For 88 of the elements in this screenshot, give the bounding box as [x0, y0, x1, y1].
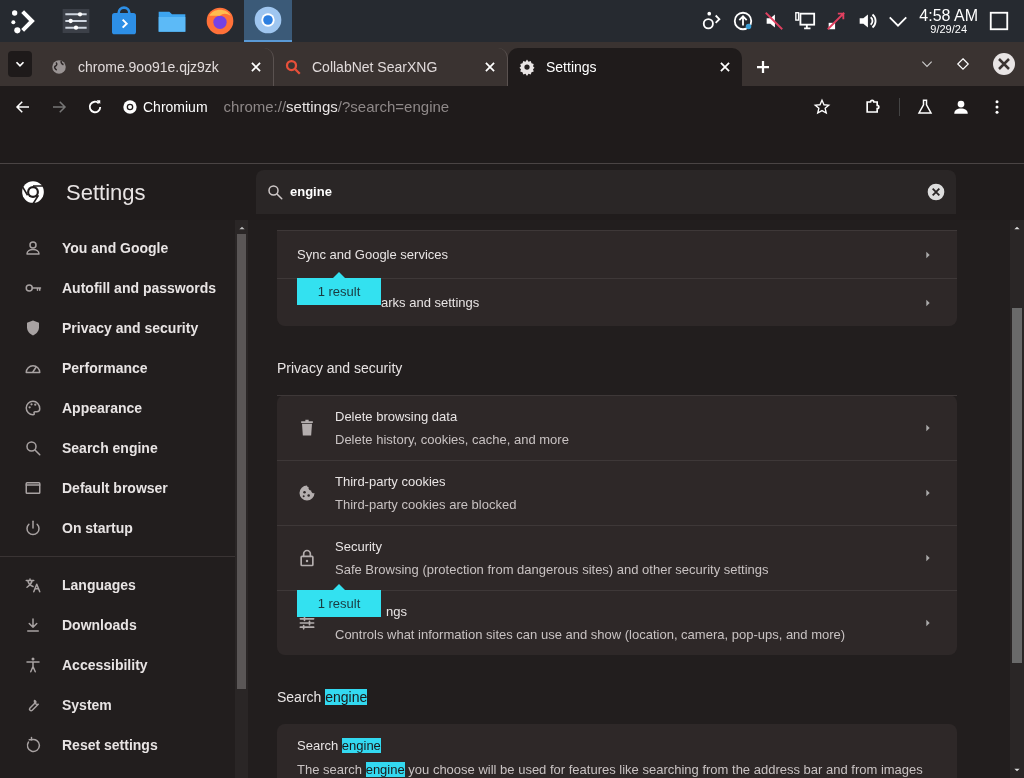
search-input[interactable]: engine [290, 182, 920, 202]
sidebar-item[interactable]: Performance [0, 348, 235, 388]
site-label[interactable]: Chromium [143, 96, 208, 118]
row-title: Security [335, 537, 382, 556]
power-icon [24, 519, 42, 537]
plain-text: you choose will be used for features like searching from the address bar and from images [407, 761, 923, 777]
tab-title: Settings [546, 57, 598, 77]
clock-date[interactable]: 9/29/24 [930, 23, 967, 35]
sidebar-item[interactable]: Default browser [0, 468, 235, 508]
settings-row[interactable]: Delete browsing data Delete history, cookies, cache, and more [277, 395, 957, 460]
row-title: Third-party cookies [335, 472, 446, 491]
tab-list-button[interactable] [8, 51, 32, 77]
sidebar-item[interactable]: Accessibility [0, 645, 235, 685]
page-title: Settings [66, 178, 147, 207]
sidebar-item[interactable]: Privacy and security [0, 308, 235, 348]
search-match-highlight: engine [365, 761, 405, 777]
speaker-muted-icon[interactable] [762, 10, 785, 32]
diamond-icon[interactable] [956, 57, 970, 71]
settings-row[interactable]: Security Safe Browsing (protection from dangerous sites) and other security settings [277, 525, 957, 590]
search-icon [24, 439, 42, 457]
scroll-down-icon [1013, 766, 1021, 774]
close-icon[interactable] [249, 60, 263, 74]
globe-icon [50, 58, 68, 76]
address-bar-url[interactable]: chrome://settings/?search=engine [223, 95, 450, 119]
clear-search-icon[interactable] [926, 182, 946, 202]
scrollbar[interactable] [235, 220, 248, 778]
palette-icon [24, 399, 42, 417]
monitor-icon[interactable] [793, 10, 816, 32]
sidebar-item[interactable]: On startup [0, 508, 235, 548]
sidebar-item[interactable]: Search engine [0, 428, 235, 468]
row-title: ngs [386, 602, 407, 621]
shield-icon [24, 319, 42, 337]
row-subtitle: Third-party cookies are blocked [335, 496, 517, 514]
plain-text: The search [297, 761, 364, 777]
scroll-up-icon [237, 224, 246, 232]
search-icon [284, 58, 302, 76]
plain-text: Privacy and security [277, 360, 403, 376]
person-icon [24, 239, 42, 257]
row-subtitle: Safe Browsing (protection from dangerous sites) and other security settings [335, 561, 769, 579]
sidebar-item[interactable]: Appearance [0, 388, 235, 428]
cookie-icon [297, 483, 317, 503]
search-icon [266, 183, 284, 201]
row-title: arks and settings [381, 293, 480, 312]
person-icon[interactable] [952, 98, 970, 116]
close-icon[interactable] [718, 60, 732, 74]
translate-icon [24, 576, 42, 594]
settings-row[interactable]: Third-party cookies Third-party cookies are blocked [277, 460, 957, 525]
browser-logo-icon [252, 4, 284, 36]
tab-title: CollabNet SearXNG [312, 57, 439, 77]
close-icon[interactable] [483, 60, 497, 74]
sidebar-item[interactable]: Autofill and passwords [0, 268, 235, 308]
browser-logo-icon [20, 179, 46, 205]
update-icon[interactable] [731, 10, 754, 32]
back-icon[interactable] [14, 98, 32, 116]
reset-icon [24, 736, 42, 754]
browser-tab[interactable]: Settings [508, 48, 742, 86]
row-title: Delete browsing data [335, 407, 458, 426]
gear-icon [518, 58, 536, 76]
plain-text: Search [297, 738, 340, 753]
close-icon[interactable] [992, 52, 1016, 76]
sidebar-item[interactable]: Languages [0, 565, 235, 605]
row-subtitle: Controls what information sites can use and show (location, camera, pop-ups, and more) [335, 626, 846, 644]
scrollbar[interactable] [1010, 220, 1024, 778]
tab-title: chrome.9oo91e.qjz9zk [78, 57, 220, 77]
row-subtitle: Delete history, cookies, cache, and more [335, 431, 569, 449]
star-icon[interactable] [813, 98, 831, 116]
scroll-up-icon [1013, 224, 1021, 232]
reload-icon[interactable] [86, 98, 104, 116]
accessibility-icon [24, 656, 42, 674]
lock-icon [297, 548, 317, 568]
download-icon [24, 616, 42, 634]
flask-icon[interactable] [916, 98, 934, 116]
forward-icon[interactable] [50, 98, 68, 116]
search-match-highlight: engine [325, 689, 368, 705]
plain-text: Search [277, 689, 323, 705]
sidebar-item[interactable]: Downloads [0, 605, 235, 645]
row-title: Sync and Google services [297, 245, 449, 264]
search-field[interactable]: engine [256, 170, 956, 214]
search-match-highlight: engine [341, 738, 381, 753]
new-tab-icon[interactable] [754, 58, 772, 76]
sidebar-item[interactable]: You and Google [0, 228, 235, 268]
sidebar-item[interactable]: System [0, 685, 235, 725]
browser-logo-icon [122, 99, 138, 115]
taskbar-app-button[interactable] [244, 0, 292, 42]
sidebar-item[interactable]: Reset settings [0, 725, 235, 765]
desktop-icon[interactable] [988, 10, 1010, 32]
clock-time[interactable]: 4:58 AM [919, 7, 978, 24]
window-icon [24, 479, 42, 497]
